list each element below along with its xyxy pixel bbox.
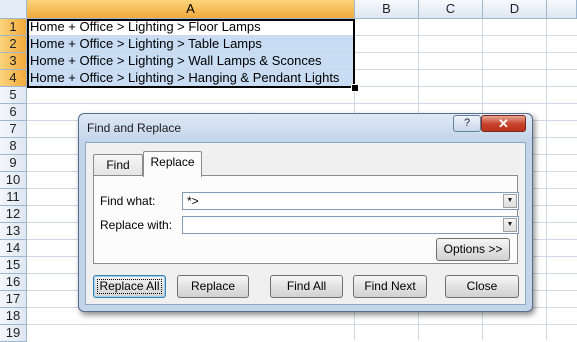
row-header-5[interactable]: 5 bbox=[0, 87, 27, 104]
row-header-15[interactable]: 15 bbox=[0, 257, 27, 274]
row-header-11[interactable]: 11 bbox=[0, 189, 27, 206]
column-header-d[interactable]: D bbox=[483, 0, 547, 19]
dialog-titlebar[interactable]: Find and Replace ? ✕ bbox=[79, 114, 532, 142]
cell-a3[interactable]: Home + Office > Lighting > Wall Lamps & … bbox=[28, 53, 354, 69]
find-what-label: Find what: bbox=[100, 194, 156, 208]
row-header-17[interactable]: 17 bbox=[0, 291, 27, 308]
row-header-3[interactable]: 3 bbox=[0, 53, 27, 70]
help-button[interactable]: ? bbox=[453, 115, 481, 132]
row-header-12[interactable]: 12 bbox=[0, 206, 27, 223]
row-header-16[interactable]: 16 bbox=[0, 274, 27, 291]
dropdown-arrow-icon[interactable]: ▼ bbox=[503, 194, 517, 208]
cell-a4[interactable]: Home + Office > Lighting > Hanging & Pen… bbox=[28, 70, 354, 86]
row-header-4[interactable]: 4 bbox=[0, 70, 27, 87]
dialog-client-area: Find Replace Find what: *> ▼ Replace wit… bbox=[85, 142, 526, 305]
close-window-button[interactable]: ✕ bbox=[481, 115, 526, 132]
replace-with-combobox[interactable]: ▼ bbox=[182, 216, 519, 234]
row-header-2[interactable]: 2 bbox=[0, 36, 27, 53]
column-header-c[interactable]: C bbox=[419, 0, 483, 19]
row-header-8[interactable]: 8 bbox=[0, 138, 27, 155]
find-next-button[interactable]: Find Next bbox=[353, 275, 427, 298]
row-header-9[interactable]: 9 bbox=[0, 155, 27, 172]
replace-button[interactable]: Replace bbox=[177, 275, 249, 298]
find-replace-dialog: Find and Replace ? ✕ Find Replace Find w… bbox=[78, 113, 533, 312]
options-button[interactable]: Options >> bbox=[436, 238, 510, 261]
fill-handle[interactable] bbox=[351, 84, 359, 92]
row-header-18[interactable]: 18 bbox=[0, 308, 27, 325]
tab-replace[interactable]: Replace bbox=[143, 151, 202, 177]
find-all-button[interactable]: Find All bbox=[270, 275, 343, 298]
row-header-13[interactable]: 13 bbox=[0, 223, 27, 240]
cell-a2[interactable]: Home + Office > Lighting > Table Lamps bbox=[28, 36, 354, 52]
replace-all-button[interactable]: Replace All bbox=[93, 275, 166, 298]
tab-replace-label: Replace bbox=[150, 155, 195, 169]
cell-a1[interactable]: Home + Office > Lighting > Floor Lamps bbox=[28, 19, 354, 35]
row-header-6[interactable]: 6 bbox=[0, 104, 27, 121]
find-what-value: *> bbox=[187, 194, 199, 208]
row-header-19[interactable]: 19 bbox=[0, 325, 27, 342]
close-button[interactable]: Close bbox=[445, 275, 519, 298]
row-header-7[interactable]: 7 bbox=[0, 121, 27, 138]
replace-with-label: Replace with: bbox=[100, 218, 173, 232]
column-header-a[interactable]: A bbox=[27, 0, 355, 19]
tab-find-label: Find bbox=[106, 158, 130, 172]
focus-rectangle bbox=[97, 279, 162, 294]
dropdown-arrow-icon[interactable]: ▼ bbox=[503, 218, 517, 232]
select-all-corner[interactable] bbox=[0, 0, 27, 19]
row-header-10[interactable]: 10 bbox=[0, 172, 27, 189]
dialog-title: Find and Replace bbox=[87, 121, 182, 135]
row-header-1[interactable]: 1 bbox=[0, 19, 27, 36]
replace-tab-panel: Find what: *> ▼ Replace with: ▼ Options … bbox=[93, 175, 519, 264]
row-header-14[interactable]: 14 bbox=[0, 240, 27, 257]
column-header-b[interactable]: B bbox=[355, 0, 419, 19]
tab-find[interactable]: Find bbox=[93, 154, 143, 176]
column-header-e[interactable] bbox=[547, 0, 577, 19]
find-what-combobox[interactable]: *> ▼ bbox=[182, 192, 519, 210]
